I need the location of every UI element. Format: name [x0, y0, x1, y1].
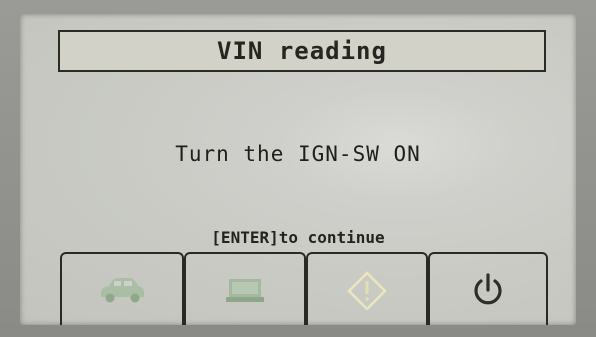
- instruction-message: Turn the IGN-SW ON: [175, 142, 421, 166]
- car-icon: [101, 277, 144, 302]
- softkey-data-list[interactable]: [184, 252, 306, 325]
- continue-hint: [ENTER]to continue: [211, 228, 385, 247]
- softkey-bar: [60, 252, 548, 325]
- softkey-diagnosis[interactable]: [306, 252, 428, 325]
- softkey-vehicle[interactable]: [60, 252, 184, 325]
- softkey-power[interactable]: [428, 252, 548, 325]
- title-bar: VIN reading: [58, 30, 546, 72]
- page-title: VIN reading: [217, 37, 387, 65]
- monitor-icon: [226, 278, 264, 302]
- warning-icon: [347, 270, 387, 310]
- device-bezel: VIN reading Turn the IGN-SW ON [ENTER]to…: [0, 0, 596, 337]
- lcd-screen: VIN reading Turn the IGN-SW ON [ENTER]to…: [20, 14, 576, 325]
- power-icon: [474, 272, 502, 304]
